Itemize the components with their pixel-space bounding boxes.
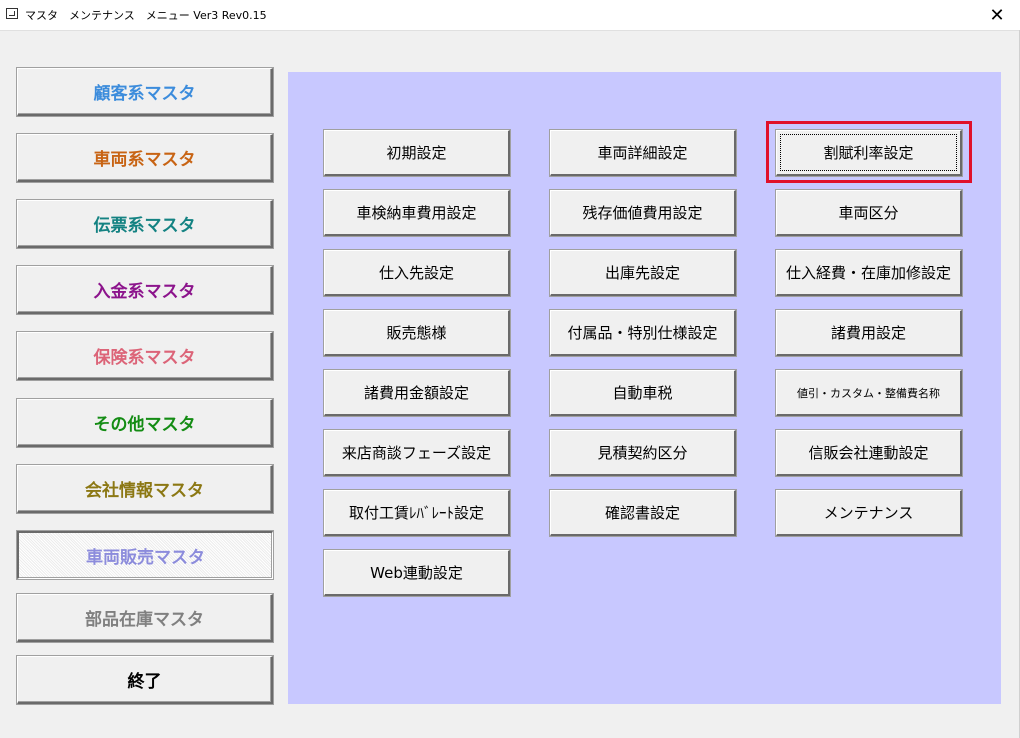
app-icon [6,8,18,19]
settings-button-r6-c2[interactable]: メンテナンス [776,490,962,536]
insurance-master-button[interactable]: 保険系マスタ [17,332,273,380]
settings-button-r1-c0[interactable]: 車検納車費用設定 [324,190,510,236]
company-info-master-button[interactable]: 会社情報マスタ [17,465,273,513]
settings-button-r7-c0[interactable]: Web連動設定 [324,550,510,596]
slip-master-button[interactable]: 伝票系マスタ [17,200,273,248]
settings-button-r0-c2[interactable]: 割賦利率設定 [776,130,962,176]
close-icon[interactable]: ✕ [974,0,1020,30]
settings-button-r3-c1[interactable]: 付属品・特別仕様設定 [550,310,736,356]
settings-button-r5-c0[interactable]: 来店商談フェーズ設定 [324,430,510,476]
settings-button-r6-c0[interactable]: 取付工賃ﾚﾊﾞﾚｰﾄ設定 [324,490,510,536]
settings-button-r4-c0[interactable]: 諸費用金額設定 [324,370,510,416]
settings-button-r5-c2[interactable]: 信販会社連動設定 [776,430,962,476]
settings-button-r0-c0[interactable]: 初期設定 [324,130,510,176]
title-bar: マスタ メンテナンス メニュー Ver3 Rev0.15 ✕ [0,0,1020,31]
settings-button-r1-c1[interactable]: 残存価値費用設定 [550,190,736,236]
parts-inventory-master-button[interactable]: 部品在庫マスタ [17,594,273,642]
settings-button-r3-c2[interactable]: 諸費用設定 [776,310,962,356]
other-master-button[interactable]: その他マスタ [17,399,273,447]
settings-button-r6-c1[interactable]: 確認書設定 [550,490,736,536]
settings-button-r4-c1[interactable]: 自動車税 [550,370,736,416]
settings-button-r0-c1[interactable]: 車両詳細設定 [550,130,736,176]
exit-button[interactable]: 終了 [17,656,273,704]
window-title: マスタ メンテナンス メニュー Ver3 Rev0.15 [25,9,267,22]
settings-button-r1-c2[interactable]: 車両区分 [776,190,962,236]
vehicle-master-button[interactable]: 車両系マスタ [17,134,273,182]
settings-button-r2-c1[interactable]: 出庫先設定 [550,250,736,296]
settings-button-r2-c0[interactable]: 仕入先設定 [324,250,510,296]
settings-button-r2-c2[interactable]: 仕入経費・在庫加修設定 [776,250,962,296]
vehicle-sales-master-button[interactable]: 車両販売マスタ [17,531,273,579]
settings-button-r4-c2[interactable]: 値引・カスタム・整備費名称 [776,370,962,416]
settings-button-r5-c1[interactable]: 見積契約区分 [550,430,736,476]
settings-panel: 初期設定 車両詳細設定 割賦利率設定車検納車費用設定 残存価値費用設定 車両区分仕入先設… [288,72,1001,704]
settings-button-r3-c0[interactable]: 販売態様 [324,310,510,356]
payment-master-button[interactable]: 入金系マスタ [17,266,273,314]
customer-master-button[interactable]: 顧客系マスタ [17,68,273,116]
